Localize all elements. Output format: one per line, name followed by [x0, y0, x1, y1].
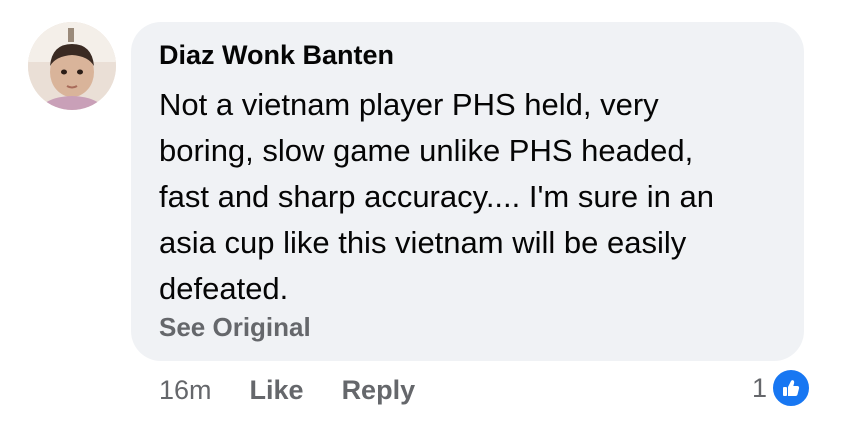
comment-bubble: Diaz Wonk Banten Not a vietnam player PH…: [131, 22, 804, 361]
avatar-image: [28, 22, 116, 110]
thumbs-up-icon: [771, 368, 812, 408]
comment-text-line: asia cup like this vietnam will be easil…: [159, 225, 687, 260]
comment-text-line: boring, slow game unlike PHS headed,: [159, 133, 694, 168]
avatar[interactable]: [28, 22, 116, 110]
comment-text: Not a vietnam player PHS held, very bori…: [159, 82, 779, 312]
comment-author[interactable]: Diaz Wonk Banten: [159, 40, 394, 71]
comment-text-line: defeated.: [159, 271, 289, 306]
reaction-count: 1: [752, 372, 768, 403]
comment-timestamp[interactable]: 16m: [159, 375, 212, 406]
comment-container: Diaz Wonk Banten Not a vietnam player PH…: [0, 0, 842, 425]
like-button[interactable]: Like: [250, 375, 304, 406]
see-original-link[interactable]: See Original: [159, 312, 311, 343]
reaction-summary[interactable]: 1: [752, 368, 812, 408]
comment-text-line: Not a vietnam player PHS held, very: [159, 87, 659, 122]
comment-text-line: fast and sharp accuracy.... I'm sure in …: [159, 179, 714, 214]
reply-button[interactable]: Reply: [342, 375, 416, 406]
comment-actions: 16m Like Reply: [159, 370, 453, 410]
